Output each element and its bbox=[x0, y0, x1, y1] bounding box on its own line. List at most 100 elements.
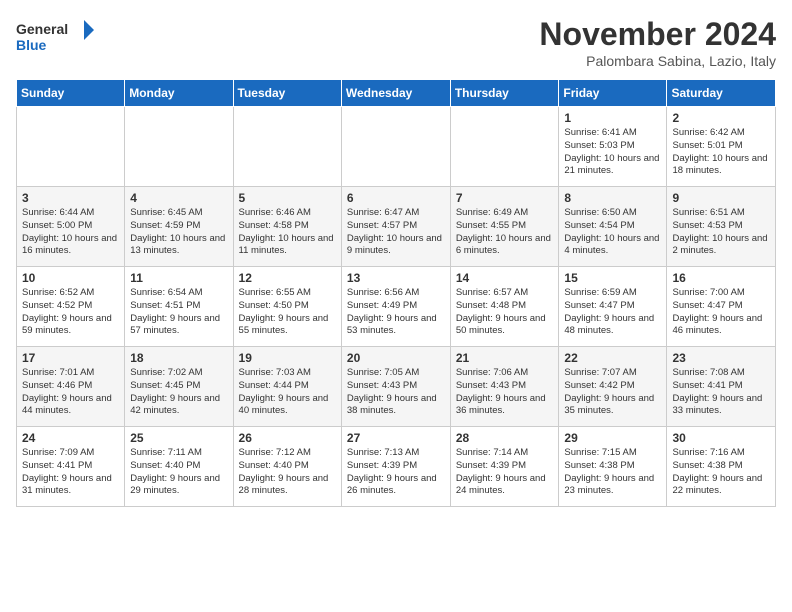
table-row: 20 Sunrise: 7:05 AM Sunset: 4:43 PM Dayli… bbox=[341, 347, 450, 427]
calendar-title: November 2024 bbox=[539, 16, 776, 53]
calendar-header-row: Sunday Monday Tuesday Wednesday Thursday… bbox=[17, 80, 776, 107]
table-row bbox=[233, 107, 341, 187]
day-info: Sunrise: 6:45 AM Sunset: 4:59 PM Dayligh… bbox=[130, 207, 227, 258]
day-number: 21 bbox=[456, 351, 554, 365]
header-friday: Friday bbox=[559, 80, 667, 107]
table-row bbox=[341, 107, 450, 187]
table-row: 18 Sunrise: 7:02 AM Sunset: 4:45 PM Dayli… bbox=[125, 347, 233, 427]
svg-text:Blue: Blue bbox=[16, 37, 47, 53]
calendar-row: 24 Sunrise: 7:09 AM Sunset: 4:41 PM Dayli… bbox=[17, 427, 776, 507]
table-row bbox=[125, 107, 233, 187]
day-number: 1 bbox=[564, 111, 661, 125]
day-number: 12 bbox=[239, 271, 336, 285]
day-number: 4 bbox=[130, 191, 227, 205]
table-row: 22Sunrise: 7:07 AM Sunset: 4:42 PM Dayli… bbox=[559, 347, 667, 427]
day-number: 11 bbox=[130, 271, 227, 285]
calendar-row: 1 Sunrise: 6:41 AM Sunset: 5:03 PM Daylig… bbox=[17, 107, 776, 187]
day-info: Sunrise: 6:46 AM Sunset: 4:58 PM Dayligh… bbox=[239, 207, 336, 258]
day-info: Sunrise: 6:59 AM Sunset: 4:47 PM Dayligh… bbox=[564, 287, 661, 338]
day-number: 26 bbox=[239, 431, 336, 445]
day-info: Sunrise: 7:14 AM Sunset: 4:39 PM Dayligh… bbox=[456, 447, 554, 498]
day-info: Sunrise: 6:56 AM Sunset: 4:49 PM Dayligh… bbox=[347, 287, 445, 338]
day-number: 29 bbox=[564, 431, 661, 445]
day-info: Sunrise: 7:05 AM Sunset: 4:43 PM Dayligh… bbox=[347, 367, 445, 418]
day-info: Sunrise: 7:09 AM Sunset: 4:41 PM Dayligh… bbox=[22, 447, 119, 498]
day-number: 17 bbox=[22, 351, 119, 365]
day-info: Sunrise: 7:01 AM Sunset: 4:46 PM Dayligh… bbox=[22, 367, 119, 418]
day-info: Sunrise: 6:50 AM Sunset: 4:54 PM Dayligh… bbox=[564, 207, 661, 258]
logo-svg: General Blue bbox=[16, 16, 96, 56]
day-number: 5 bbox=[239, 191, 336, 205]
header-sunday: Sunday bbox=[17, 80, 125, 107]
day-info: Sunrise: 7:00 AM Sunset: 4:47 PM Dayligh… bbox=[672, 287, 770, 338]
table-row: 29 Sunrise: 7:15 AM Sunset: 4:38 PM Dayli… bbox=[559, 427, 667, 507]
day-info: Sunrise: 6:51 AM Sunset: 4:53 PM Dayligh… bbox=[672, 207, 770, 258]
logo: General Blue bbox=[16, 16, 96, 56]
table-row: 3 Sunrise: 6:44 AM Sunset: 5:00 PM Daylig… bbox=[17, 187, 125, 267]
day-number: 10 bbox=[22, 271, 119, 285]
day-info: Sunrise: 7:02 AM Sunset: 4:45 PM Dayligh… bbox=[130, 367, 227, 418]
header-monday: Monday bbox=[125, 80, 233, 107]
day-number: 14 bbox=[456, 271, 554, 285]
day-number: 30 bbox=[672, 431, 770, 445]
day-info: Sunrise: 7:12 AM Sunset: 4:40 PM Dayligh… bbox=[239, 447, 336, 498]
table-row: 24 Sunrise: 7:09 AM Sunset: 4:41 PM Dayli… bbox=[17, 427, 125, 507]
day-number: 18 bbox=[130, 351, 227, 365]
day-info: Sunrise: 7:07 AM Sunset: 4:42 PM Dayligh… bbox=[564, 367, 661, 418]
header-tuesday: Tuesday bbox=[233, 80, 341, 107]
calendar-row: 17 Sunrise: 7:01 AM Sunset: 4:46 PM Dayli… bbox=[17, 347, 776, 427]
day-number: 15 bbox=[564, 271, 661, 285]
day-number: 19 bbox=[239, 351, 336, 365]
day-info: Sunrise: 6:41 AM Sunset: 5:03 PM Dayligh… bbox=[564, 127, 661, 178]
table-row: 21Sunrise: 7:06 AM Sunset: 4:43 PM Dayli… bbox=[450, 347, 559, 427]
day-info: Sunrise: 6:47 AM Sunset: 4:57 PM Dayligh… bbox=[347, 207, 445, 258]
day-number: 28 bbox=[456, 431, 554, 445]
table-row: 17 Sunrise: 7:01 AM Sunset: 4:46 PM Dayli… bbox=[17, 347, 125, 427]
calendar-row: 3 Sunrise: 6:44 AM Sunset: 5:00 PM Daylig… bbox=[17, 187, 776, 267]
header-wednesday: Wednesday bbox=[341, 80, 450, 107]
day-number: 25 bbox=[130, 431, 227, 445]
table-row: 28 Sunrise: 7:14 AM Sunset: 4:39 PM Dayli… bbox=[450, 427, 559, 507]
day-info: Sunrise: 7:15 AM Sunset: 4:38 PM Dayligh… bbox=[564, 447, 661, 498]
day-info: Sunrise: 7:03 AM Sunset: 4:44 PM Dayligh… bbox=[239, 367, 336, 418]
day-number: 7 bbox=[456, 191, 554, 205]
day-info: Sunrise: 6:52 AM Sunset: 4:52 PM Dayligh… bbox=[22, 287, 119, 338]
table-row: 19 Sunrise: 7:03 AM Sunset: 4:44 PM Dayli… bbox=[233, 347, 341, 427]
day-info: Sunrise: 7:13 AM Sunset: 4:39 PM Dayligh… bbox=[347, 447, 445, 498]
day-info: Sunrise: 7:08 AM Sunset: 4:41 PM Dayligh… bbox=[672, 367, 770, 418]
day-info: Sunrise: 6:44 AM Sunset: 5:00 PM Dayligh… bbox=[22, 207, 119, 258]
day-number: 6 bbox=[347, 191, 445, 205]
table-row: 27 Sunrise: 7:13 AM Sunset: 4:39 PM Dayli… bbox=[341, 427, 450, 507]
header-thursday: Thursday bbox=[450, 80, 559, 107]
table-row: 11Sunrise: 6:54 AM Sunset: 4:51 PM Dayli… bbox=[125, 267, 233, 347]
table-row: 30Sunrise: 7:16 AM Sunset: 4:38 PM Dayli… bbox=[667, 427, 776, 507]
day-number: 8 bbox=[564, 191, 661, 205]
table-row: 5 Sunrise: 6:46 AM Sunset: 4:58 PM Daylig… bbox=[233, 187, 341, 267]
table-row: 2Sunrise: 6:42 AM Sunset: 5:01 PM Daylig… bbox=[667, 107, 776, 187]
day-number: 13 bbox=[347, 271, 445, 285]
table-row: 7 Sunrise: 6:49 AM Sunset: 4:55 PM Daylig… bbox=[450, 187, 559, 267]
day-number: 9 bbox=[672, 191, 770, 205]
table-row bbox=[17, 107, 125, 187]
table-row bbox=[450, 107, 559, 187]
calendar-row: 10 Sunrise: 6:52 AM Sunset: 4:52 PM Dayli… bbox=[17, 267, 776, 347]
table-row: 26 Sunrise: 7:12 AM Sunset: 4:40 PM Dayli… bbox=[233, 427, 341, 507]
day-number: 27 bbox=[347, 431, 445, 445]
day-number: 16 bbox=[672, 271, 770, 285]
page-header: General Blue November 2024 Palombara Sab… bbox=[16, 16, 776, 69]
day-number: 24 bbox=[22, 431, 119, 445]
table-row: 10 Sunrise: 6:52 AM Sunset: 4:52 PM Dayli… bbox=[17, 267, 125, 347]
day-number: 20 bbox=[347, 351, 445, 365]
table-row: 6 Sunrise: 6:47 AM Sunset: 4:57 PM Daylig… bbox=[341, 187, 450, 267]
table-row: 15 Sunrise: 6:59 AM Sunset: 4:47 PM Dayli… bbox=[559, 267, 667, 347]
header-saturday: Saturday bbox=[667, 80, 776, 107]
day-info: Sunrise: 6:49 AM Sunset: 4:55 PM Dayligh… bbox=[456, 207, 554, 258]
calendar-subtitle: Palombara Sabina, Lazio, Italy bbox=[539, 53, 776, 69]
table-row: 14Sunrise: 6:57 AM Sunset: 4:48 PM Dayli… bbox=[450, 267, 559, 347]
day-number: 23 bbox=[672, 351, 770, 365]
day-info: Sunrise: 6:55 AM Sunset: 4:50 PM Dayligh… bbox=[239, 287, 336, 338]
day-number: 3 bbox=[22, 191, 119, 205]
table-row: 9 Sunrise: 6:51 AM Sunset: 4:53 PM Daylig… bbox=[667, 187, 776, 267]
table-row: 12 Sunrise: 6:55 AM Sunset: 4:50 PM Dayli… bbox=[233, 267, 341, 347]
title-area: November 2024 Palombara Sabina, Lazio, I… bbox=[539, 16, 776, 69]
